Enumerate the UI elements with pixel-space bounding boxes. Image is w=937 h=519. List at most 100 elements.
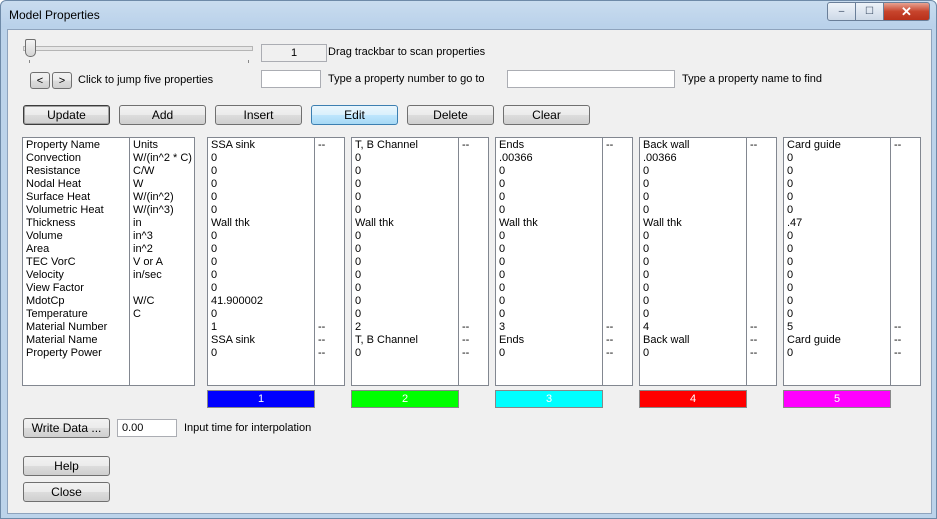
clear-button[interactable]: Clear <box>503 105 590 125</box>
property-value-row: 0 <box>499 282 506 294</box>
property-value-row: 0 <box>211 347 218 359</box>
color-swatch-4[interactable]: 4 <box>639 390 747 408</box>
property-flag-row <box>315 152 345 165</box>
property-flag-row <box>315 282 345 295</box>
property-value-row: 0 <box>211 282 218 294</box>
unit-row: W/(in^3) <box>133 204 174 216</box>
color-swatch-5[interactable]: 5 <box>783 390 891 408</box>
add-button[interactable]: Add <box>119 105 206 125</box>
close-window-button[interactable]: ✕ <box>883 2 930 21</box>
property-value-row: 0 <box>787 178 794 190</box>
unit-row: in^3 <box>133 230 153 242</box>
property-value-row: SSA sink <box>211 334 256 346</box>
unit-row: in^2 <box>133 243 153 255</box>
color-swatch-2[interactable]: 2 <box>351 390 459 408</box>
property-flag-row: -- <box>462 321 470 333</box>
help-button[interactable]: Help <box>23 456 110 476</box>
property-value-row: 0 <box>499 191 506 203</box>
property-flag-row: -- <box>750 334 758 346</box>
property-value-row: 0 <box>211 243 218 255</box>
property-value-row: Ends <box>499 334 525 346</box>
minimize-button[interactable]: ‒ <box>827 2 856 21</box>
property-value-row: 0 <box>211 269 218 281</box>
property-flag-row <box>603 243 633 256</box>
property-panel-2[interactable]: T, B Channel 0 0 0 0 0 Wall thk 0 0 0 0 0… <box>351 137 489 386</box>
property-flag-row <box>603 282 633 295</box>
property-flag-row <box>315 295 345 308</box>
close-button[interactable]: Close <box>23 482 110 502</box>
property-name-row: MdotCp <box>26 295 65 307</box>
units-column: Units W/(in^2 * C) C/W W W/(in^2) W/(in^3) in i… <box>129 138 195 385</box>
property-flag-row <box>459 165 489 178</box>
property-value-row: 4 <box>643 321 650 333</box>
property-value-row: .00366 <box>643 152 677 164</box>
property-value-row: 0 <box>211 230 218 242</box>
unit-row: W/(in^2) <box>133 191 174 203</box>
property-panel-3[interactable]: Ends .00366 0 0 0 0 Wall thk 0 0 0 0 0 0 … <box>495 137 633 386</box>
property-flag-row <box>747 243 777 256</box>
property-name-row: Surface Heat <box>26 191 91 203</box>
property-flag-row <box>459 178 489 191</box>
property-panel-1[interactable]: SSA sink 0 0 0 0 0 Wall thk 0 0 0 0 0 41.… <box>207 137 345 386</box>
delete-button[interactable]: Delete <box>407 105 494 125</box>
property-flag-row <box>459 191 489 204</box>
color-swatch-1[interactable]: 1 <box>207 390 315 408</box>
unit-row: in/sec <box>133 269 162 281</box>
property-value-row: 0 <box>787 256 794 268</box>
next-five-button[interactable]: > <box>52 72 72 89</box>
update-button[interactable]: Update <box>23 105 110 125</box>
property-value-row: 0 <box>643 243 650 255</box>
names-column: Property Name Convection Resistance Nodal H… <box>23 138 129 385</box>
property-value-row: 0 <box>211 191 218 203</box>
interpolation-time-input[interactable] <box>117 419 177 437</box>
title-bar[interactable]: Model Properties ‒ ☐ ✕ <box>1 1 936 29</box>
property-value-row: 0 <box>499 243 506 255</box>
trackbar-thumb[interactable] <box>25 39 36 57</box>
property-value-row: 0 <box>643 269 650 281</box>
property-panel-5[interactable]: Card guide 0 0 0 0 0 .47 0 0 0 0 0 0 0 5… <box>783 137 921 386</box>
dialog-client-area: 1 Drag trackbar to scan properties < > C… <box>7 29 932 514</box>
property-value-row: 0 <box>499 347 506 359</box>
property-value-row: 0 <box>355 282 362 294</box>
property-flag-row <box>315 165 345 178</box>
property-value-row: 0 <box>355 308 362 320</box>
unit-row: W <box>133 178 144 190</box>
property-value-row: 0 <box>211 204 218 216</box>
property-flag-row: -- <box>318 139 326 151</box>
insert-button[interactable]: Insert <box>215 105 302 125</box>
property-name-row: Property Name <box>26 139 100 151</box>
property-trackbar[interactable] <box>23 38 253 63</box>
unit-row: in <box>133 217 142 229</box>
property-flag-row <box>891 165 921 178</box>
property-name-row: Area <box>26 243 50 255</box>
property-value-row: 0 <box>787 230 794 242</box>
property-value-row: 0 <box>499 178 506 190</box>
property-value-row: 0 <box>499 165 506 177</box>
property-value-row: Ends <box>499 139 525 151</box>
prev-five-button[interactable]: < <box>30 72 50 89</box>
flags-column: -- -- -- -- <box>458 138 489 385</box>
property-value-row: 0 <box>787 295 794 307</box>
property-flag-row <box>747 165 777 178</box>
property-name-row: Temperature <box>26 308 88 320</box>
find-name-input[interactable] <box>507 70 675 88</box>
property-flag-row <box>315 256 345 269</box>
property-name-row: Thickness <box>26 217 76 229</box>
write-data-button[interactable]: Write Data ... <box>23 418 110 438</box>
color-swatch-3[interactable]: 3 <box>495 390 603 408</box>
chevron-left-icon: < <box>36 74 44 87</box>
property-flag-row <box>459 295 489 308</box>
property-panel-4[interactable]: Back wall .00366 0 0 0 0 Wall thk 0 0 0 0… <box>639 137 777 386</box>
edit-button[interactable]: Edit <box>311 105 398 125</box>
caption-buttons: ‒ ☐ ✕ <box>827 2 930 21</box>
maximize-button[interactable]: ☐ <box>856 2 883 21</box>
property-value-row: .00366 <box>499 152 533 164</box>
unit-row: W/(in^2 * C) <box>133 152 192 164</box>
trackbar-channel <box>23 46 253 51</box>
property-flag-row <box>603 269 633 282</box>
property-flag-row <box>459 282 489 295</box>
property-flag-row <box>459 204 489 217</box>
goto-number-input[interactable] <box>261 70 321 88</box>
property-flag-row <box>891 256 921 269</box>
property-name-row: Material Name <box>26 334 98 346</box>
